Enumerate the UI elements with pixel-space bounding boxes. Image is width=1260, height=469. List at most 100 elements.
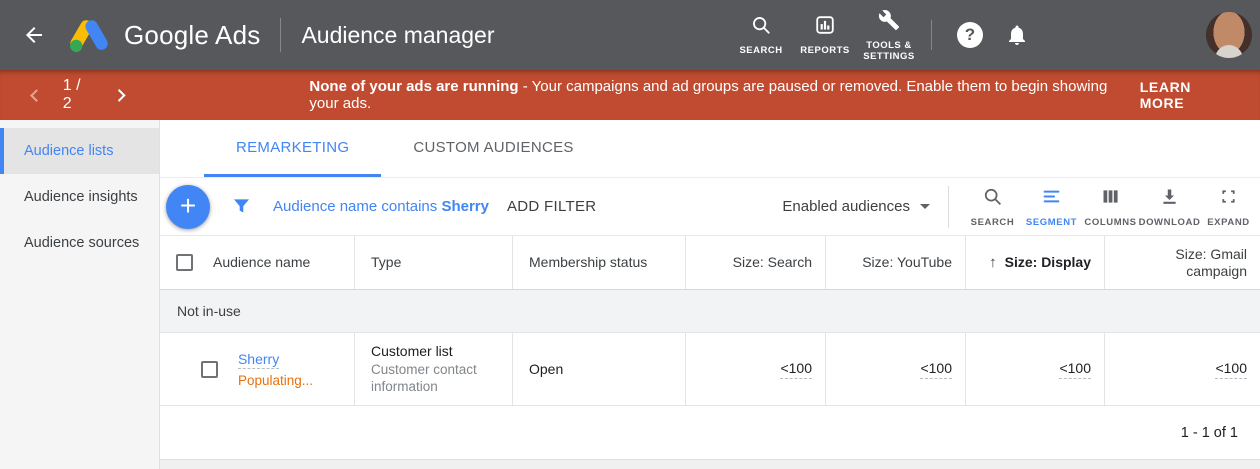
header-size-gmail[interactable]: Size: Gmail campaign	[1105, 236, 1260, 289]
cell-size-search: <100	[686, 333, 826, 405]
column-label: Audience name	[213, 254, 310, 271]
product-name: Google Ads	[124, 20, 260, 51]
header-type: Type	[355, 236, 513, 289]
sidebar-item-audience-insights[interactable]: Audience insights	[0, 174, 159, 220]
filter-funnel-icon	[232, 197, 251, 216]
notification-banner: 1 / 2 None of your ads are running - You…	[0, 70, 1260, 120]
cell-membership-status: Open	[513, 333, 686, 405]
group-label: Not in-use	[177, 303, 241, 319]
sidebar-item-audience-sources[interactable]: Audience sources	[0, 220, 159, 266]
populating-status: Populating...	[238, 373, 313, 388]
size-value[interactable]: <100	[920, 360, 952, 379]
tools-settings-button[interactable]: TOOLS & SETTINGS	[857, 9, 921, 62]
banner-page-indicator: 1 / 2	[63, 77, 93, 113]
help-icon[interactable]: ?	[957, 22, 983, 48]
icon-button-label: SEGMENT	[1026, 217, 1077, 228]
active-filter-chip[interactable]: Audience name contains Sherry	[273, 198, 489, 215]
tools-settings-label: TOOLS & SETTINGS	[860, 40, 918, 62]
avatar[interactable]	[1206, 12, 1252, 58]
cell-size-youtube: <100	[826, 333, 966, 405]
add-audience-button[interactable]: +	[166, 185, 210, 229]
download-icon	[1159, 186, 1180, 212]
column-label: Size: Display	[1005, 254, 1091, 271]
type-detail: Customer contact information	[371, 361, 496, 395]
google-ads-logo-icon[interactable]	[68, 17, 110, 53]
sidebar-item-label: Audience sources	[24, 235, 139, 251]
reports-icon	[814, 14, 836, 41]
header-size-display[interactable]: ↑ Size: Display	[966, 236, 1105, 289]
notifications-bell-icon[interactable]	[1005, 23, 1029, 47]
audience-name-link[interactable]: Sherry	[238, 351, 279, 369]
table-download-button[interactable]: DOWNLOAD	[1140, 186, 1199, 228]
cell-size-display: <100	[966, 333, 1105, 405]
expand-icon	[1218, 186, 1239, 212]
cell-size-gmail: <100	[1105, 333, 1260, 405]
icon-button-label: EXPAND	[1207, 217, 1250, 228]
page-background	[160, 460, 1260, 469]
filter-condition: Audience name contains	[273, 198, 441, 215]
content-panel: REMARKETING CUSTOM AUDIENCES + Audience …	[160, 120, 1260, 469]
audience-view-value: Enabled audiences	[782, 198, 910, 215]
icon-button-label: DOWNLOAD	[1139, 217, 1201, 228]
search-icon	[750, 14, 772, 41]
table-icon-buttons: SEARCH SEGMENT COLUMNS	[963, 186, 1260, 228]
tab-custom-audiences[interactable]: CUSTOM AUDIENCES	[381, 120, 605, 177]
table-expand-button[interactable]: EXPAND	[1199, 186, 1258, 228]
sidebar-item-label: Audience insights	[24, 189, 138, 205]
top-app-bar: Google Ads Audience manager SEARCH REPOR…	[0, 0, 1260, 70]
dropdown-caret-icon	[920, 204, 930, 209]
search-icon	[982, 186, 1003, 212]
tab-bar: REMARKETING CUSTOM AUDIENCES	[160, 120, 1260, 178]
topbar-divider	[280, 18, 281, 52]
search-label: SEARCH	[739, 45, 782, 56]
toolbar-divider	[948, 186, 949, 228]
filter-value: Sherry	[441, 198, 489, 215]
back-arrow-icon[interactable]	[22, 23, 46, 47]
sort-ascending-icon: ↑	[989, 254, 997, 271]
cell-type: Customer list Customer contact informati…	[355, 333, 513, 405]
banner-prev-icon[interactable]	[30, 89, 43, 102]
table-search-button[interactable]: SEARCH	[963, 186, 1022, 228]
icon-button-label: COLUMNS	[1084, 217, 1136, 228]
table-footer: 1 - 1 of 1	[160, 406, 1260, 460]
learn-more-link[interactable]: LEARN MORE	[1140, 79, 1236, 111]
reports-button[interactable]: REPORTS	[793, 14, 857, 56]
tab-remarketing[interactable]: REMARKETING	[204, 120, 381, 177]
banner-message-title: None of your ads are running	[309, 78, 518, 95]
topbar-actions-divider	[931, 20, 932, 50]
tab-label: CUSTOM AUDIENCES	[413, 139, 573, 156]
tab-label: REMARKETING	[236, 139, 349, 156]
banner-next-icon[interactable]	[113, 89, 126, 102]
audience-table: Audience name Type Membership status Siz…	[160, 236, 1260, 460]
columns-icon	[1100, 186, 1121, 212]
sidebar-item-audience-lists[interactable]: Audience lists	[0, 128, 159, 174]
type-value: Customer list	[371, 343, 496, 359]
sidebar: Audience lists Audience insights Audienc…	[0, 120, 160, 469]
segment-icon	[1041, 186, 1062, 212]
header-size-youtube[interactable]: Size: YouTube	[826, 236, 966, 289]
size-value[interactable]: <100	[1059, 360, 1091, 379]
google-ads-app: Google Ads Audience manager SEARCH REPOR…	[0, 0, 1260, 469]
select-all-checkbox[interactable]	[176, 254, 193, 271]
table-columns-button[interactable]: COLUMNS	[1081, 186, 1140, 228]
table-header-row: Audience name Type Membership status Siz…	[160, 236, 1260, 290]
size-value[interactable]: <100	[1215, 360, 1247, 379]
search-button[interactable]: SEARCH	[729, 14, 793, 56]
header-size-search[interactable]: Size: Search	[686, 236, 826, 289]
row-checkbox[interactable]	[201, 361, 218, 378]
page-title: Audience manager	[301, 22, 494, 49]
cell-audience-name: Sherry Populating...	[160, 333, 355, 405]
sidebar-item-label: Audience lists	[24, 143, 113, 159]
group-row-not-in-use: Not in-use	[160, 290, 1260, 333]
audience-view-select[interactable]: Enabled audiences	[782, 198, 930, 215]
header-membership-status: Membership status	[513, 236, 686, 289]
banner-message: None of your ads are running - Your camp…	[309, 78, 1139, 112]
table-segment-button[interactable]: SEGMENT	[1022, 186, 1081, 228]
header-audience-name: Audience name	[160, 236, 355, 289]
pagination-label: 1 - 1 of 1	[1181, 425, 1238, 441]
add-filter-button[interactable]: ADD FILTER	[507, 198, 596, 215]
wrench-icon	[878, 9, 900, 36]
size-value[interactable]: <100	[780, 360, 812, 379]
main-area: Audience lists Audience insights Audienc…	[0, 120, 1260, 469]
icon-button-label: SEARCH	[971, 217, 1015, 228]
